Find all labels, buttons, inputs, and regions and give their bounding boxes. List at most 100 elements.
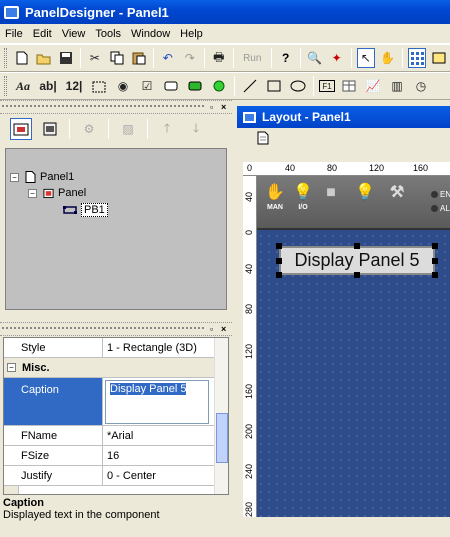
layout-canvas[interactable]: ✋ MAN 💡 I/O ■ 💡 ⚒ EN AL Display Panel 5 bbox=[257, 176, 450, 517]
horizontal-ruler: 0 40 80 120 160 bbox=[243, 162, 450, 176]
save-icon[interactable] bbox=[57, 48, 75, 68]
layout-window: Layout - Panel1 0 40 80 120 160 40 0 40 … bbox=[237, 100, 450, 517]
delete-component-icon[interactable]: ▨ bbox=[117, 118, 139, 140]
property-row-style[interactable]: Style 1 - Rectangle (3D) bbox=[4, 338, 215, 358]
display-panel-component[interactable]: Display Panel 5 bbox=[279, 246, 435, 275]
toolbar-separator bbox=[152, 48, 154, 68]
pane-close-icon[interactable]: × bbox=[221, 102, 230, 112]
ruler-tick: 40 bbox=[244, 264, 254, 275]
property-row-fname[interactable]: FName *Arial bbox=[4, 426, 215, 446]
zoom-icon[interactable]: 🔍 bbox=[306, 48, 324, 68]
resize-handle[interactable] bbox=[276, 258, 282, 264]
collapse-toggle[interactable]: − bbox=[28, 188, 37, 198]
property-row-justify[interactable]: Justify 0 - Center bbox=[4, 466, 215, 486]
window-icon[interactable] bbox=[430, 48, 448, 68]
cut-icon[interactable]: ✂ bbox=[86, 48, 104, 68]
radio-icon[interactable]: ◉ bbox=[113, 76, 133, 96]
pane-pin-icon[interactable]: ▫ bbox=[210, 102, 219, 112]
undo-icon[interactable]: ↶ bbox=[159, 48, 177, 68]
button-shape-icon[interactable] bbox=[161, 76, 181, 96]
bulb-icon[interactable]: 💡 I/O bbox=[291, 182, 315, 216]
pane-close-icon[interactable]: × bbox=[221, 324, 230, 334]
resize-handle[interactable] bbox=[432, 243, 438, 249]
function-key-tool[interactable]: F1 bbox=[319, 80, 335, 92]
text-tool[interactable]: ab| bbox=[37, 76, 59, 96]
line-icon[interactable] bbox=[240, 76, 260, 96]
menu-file[interactable]: File bbox=[0, 28, 28, 40]
number-tool[interactable]: 12| bbox=[63, 76, 85, 96]
font-tool[interactable]: Aa bbox=[13, 76, 33, 96]
toolbar-grip[interactable] bbox=[4, 76, 7, 96]
green-button-icon[interactable] bbox=[185, 76, 205, 96]
property-value[interactable]: *Arial bbox=[103, 426, 215, 445]
find-icon[interactable]: ✦ bbox=[328, 48, 346, 68]
ellipse-icon[interactable] bbox=[288, 76, 308, 96]
line-chart-icon[interactable]: 📈 bbox=[363, 76, 383, 96]
resize-handle[interactable] bbox=[432, 272, 438, 278]
resize-handle[interactable] bbox=[432, 258, 438, 264]
tree-node-panel1[interactable]: − Panel1 bbox=[10, 170, 74, 184]
resize-handle[interactable] bbox=[354, 272, 360, 278]
checkbox-icon[interactable]: ☑ bbox=[137, 76, 157, 96]
menu-edit[interactable]: Edit bbox=[28, 28, 57, 40]
property-value[interactable]: 0 - Center bbox=[103, 466, 215, 485]
move-down-icon[interactable]: 🡓 bbox=[185, 118, 207, 140]
property-name: Justify bbox=[4, 466, 103, 485]
property-value[interactable]: 1 - Rectangle (3D) bbox=[103, 338, 215, 357]
resize-handle[interactable] bbox=[276, 243, 282, 249]
square-icon[interactable]: ■ bbox=[319, 182, 343, 216]
properties-pane-header[interactable]: ▫ × bbox=[0, 322, 232, 336]
collapse-toggle[interactable]: − bbox=[10, 172, 19, 182]
menu-tools[interactable]: Tools bbox=[90, 28, 126, 40]
toolbar-grip[interactable] bbox=[4, 48, 7, 68]
clock-icon[interactable]: ◷ bbox=[411, 76, 431, 96]
menu-window[interactable]: Window bbox=[126, 28, 175, 40]
window-title-bar[interactable]: PanelDesigner - Panel1 bbox=[0, 0, 450, 24]
pan-hand-icon[interactable]: ✋ bbox=[379, 48, 397, 68]
menu-view[interactable]: View bbox=[57, 28, 91, 40]
status-en: EN bbox=[431, 190, 450, 199]
run-button[interactable]: Run bbox=[239, 48, 266, 68]
property-row-fsize[interactable]: FSize 16 bbox=[4, 446, 215, 466]
paste-icon[interactable] bbox=[130, 48, 148, 68]
help-icon[interactable]: ? bbox=[277, 48, 295, 68]
move-up-icon[interactable]: 🡑 bbox=[156, 118, 178, 140]
property-value[interactable]: 16 bbox=[103, 446, 215, 465]
open-folder-icon[interactable] bbox=[35, 48, 53, 68]
collapse-toggle[interactable]: − bbox=[7, 363, 16, 372]
bulb-icon[interactable]: 💡 bbox=[353, 182, 377, 216]
grid-icon[interactable] bbox=[407, 48, 427, 68]
wrench-icon[interactable]: ⚒ bbox=[385, 182, 409, 216]
layout-title-bar[interactable]: Layout - Panel1 bbox=[237, 106, 450, 128]
tree-label: Panel1 bbox=[40, 171, 75, 183]
property-row-caption[interactable]: Caption Display Panel 5 bbox=[4, 378, 215, 426]
resize-handle[interactable] bbox=[276, 272, 282, 278]
tree-node-pb1[interactable]: PB1 bbox=[63, 203, 108, 217]
rectangle-icon[interactable] bbox=[264, 76, 284, 96]
resize-handle[interactable] bbox=[354, 243, 360, 249]
scrollbar-thumb[interactable] bbox=[216, 413, 228, 463]
copy-icon[interactable] bbox=[108, 48, 126, 68]
panel-view-icon[interactable] bbox=[10, 118, 32, 140]
caption-edit-field[interactable]: Display Panel 5 bbox=[105, 380, 209, 424]
pointer-icon[interactable]: ↖ bbox=[356, 48, 375, 68]
new-file-icon[interactable] bbox=[13, 48, 31, 68]
ruler-tick: 120 bbox=[244, 344, 254, 360]
tree-pane-header[interactable]: ▫ × bbox=[0, 100, 232, 114]
page-icon[interactable] bbox=[253, 128, 273, 148]
pane-pin-icon[interactable]: ▫ bbox=[210, 324, 219, 334]
table-icon[interactable] bbox=[339, 76, 359, 96]
add-component-icon[interactable]: ⚙ bbox=[78, 118, 100, 140]
print-icon[interactable]: 🖶 bbox=[210, 48, 228, 68]
green-led-icon[interactable] bbox=[209, 76, 229, 96]
hand-icon[interactable]: ✋ MAN bbox=[263, 182, 287, 216]
tree-node-panel[interactable]: − Panel bbox=[28, 186, 86, 200]
menu-help[interactable]: Help bbox=[175, 28, 208, 40]
window-title: PanelDesigner - Panel1 bbox=[25, 4, 169, 20]
bar-chart-icon[interactable]: ▥ bbox=[387, 76, 407, 96]
category-misc[interactable]: − Misc. bbox=[4, 358, 215, 378]
component-view-icon[interactable] bbox=[39, 118, 61, 140]
redo-icon[interactable]: ↷ bbox=[181, 48, 199, 68]
property-scrollbar[interactable] bbox=[214, 338, 228, 494]
xy-field-icon[interactable] bbox=[89, 76, 109, 96]
